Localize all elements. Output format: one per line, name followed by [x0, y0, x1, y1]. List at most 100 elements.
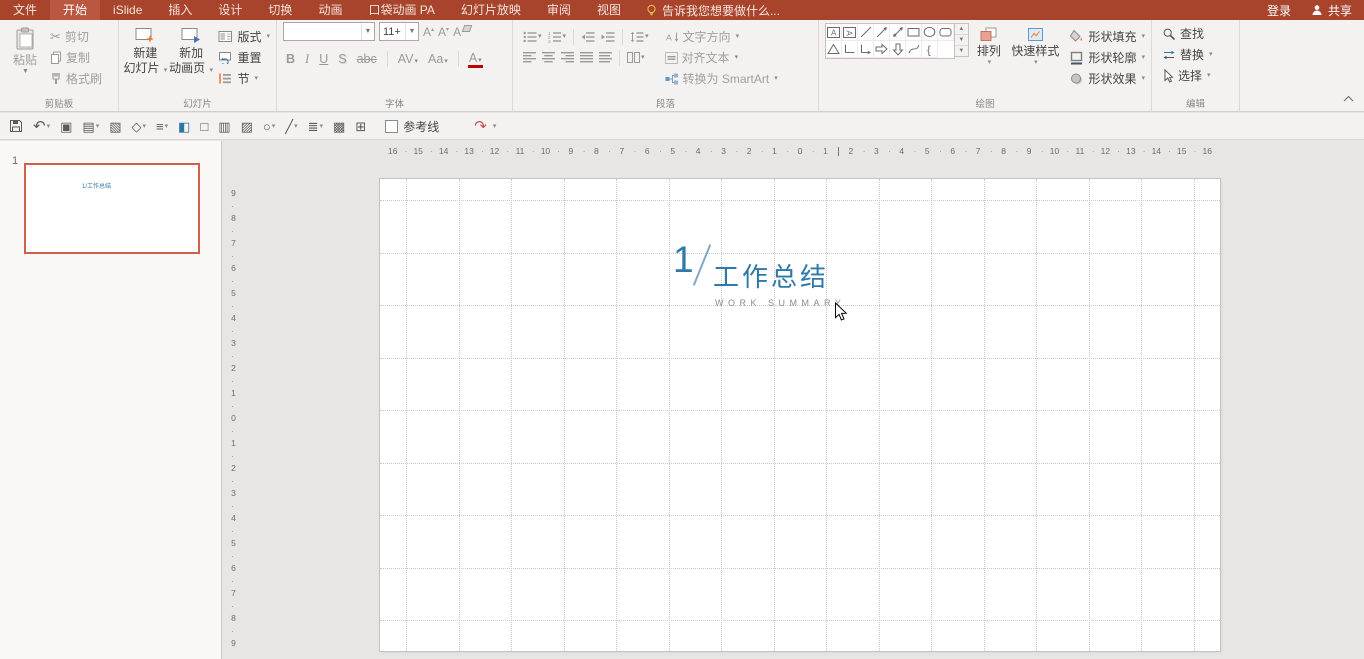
text-shadow-button[interactable]: S — [335, 51, 349, 67]
curve-icon[interactable] — [906, 41, 922, 58]
slide-thumbnail[interactable]: 1/工作总结 — [24, 163, 200, 254]
ribbon-tab-10[interactable]: 视图 — [584, 0, 634, 20]
font-color-button[interactable]: A▾ — [466, 50, 485, 68]
selection-box-button[interactable]: □ — [195, 115, 213, 137]
ribbon-tab-4[interactable]: 设计 — [205, 0, 255, 20]
change-case-button[interactable]: Aa▾ — [425, 51, 451, 67]
reset-button[interactable]: 重置 — [214, 47, 274, 68]
decrease-font-button[interactable]: A▾ — [438, 25, 449, 39]
ribbon-tab-9[interactable]: 审阅 — [534, 0, 584, 20]
new-slide-button[interactable]: 新建 幻灯片 ▾ — [123, 23, 168, 89]
justify-button[interactable] — [578, 51, 595, 64]
strikethrough-button[interactable]: abc — [354, 51, 380, 67]
ribbon-tab-1[interactable]: 开始 — [50, 0, 100, 20]
crop-button[interactable]: ▧ — [104, 115, 126, 137]
bullets-button[interactable]: ▾ — [521, 30, 544, 44]
slide-subtitle-text[interactable]: WORK SUMMARY — [715, 298, 845, 308]
line-style-button[interactable]: ≣▾ — [303, 115, 328, 137]
bold-button[interactable]: B — [283, 51, 298, 67]
oval-icon[interactable] — [922, 24, 938, 41]
qat-more-caret-icon[interactable]: ▾ — [493, 123, 497, 130]
ribbon-tab-2[interactable]: iSlide — [100, 0, 155, 20]
collapse-ribbon-button[interactable] — [1343, 89, 1354, 107]
window-button[interactable]: ▤▾ — [77, 115, 104, 137]
circle-tool-button[interactable]: ○▾ — [258, 115, 280, 137]
format-brush-button[interactable]: ▨ — [236, 115, 258, 137]
font-size-select[interactable]: 11+▼ — [379, 22, 419, 41]
text-box-icon[interactable]: A — [826, 24, 842, 41]
paste-button[interactable]: 粘贴 ▼ — [4, 23, 46, 89]
columns-button[interactable]: ▾ — [625, 51, 647, 64]
drawing-dialog-launcher[interactable] — [1139, 99, 1149, 109]
align-right-button[interactable] — [559, 51, 576, 64]
quick-styles-button[interactable]: 快速样式 ▾ — [1009, 23, 1061, 89]
slide-title-number[interactable]: 1 — [673, 241, 694, 278]
table-grid-button[interactable]: ⊞ — [350, 115, 371, 137]
slide-canvas[interactable]: 1 工作总结 WORK SUMMARY — [380, 179, 1220, 651]
rectangle-icon[interactable] — [906, 24, 922, 41]
new-anim-page-button[interactable]: 新加 动画页 ▾ — [168, 23, 215, 89]
shape-effects-button[interactable]: 形状效果▾ — [1065, 68, 1149, 89]
left-brace-icon[interactable]: { — [922, 41, 938, 58]
double-arrow-icon[interactable] — [890, 24, 906, 41]
ribbon-tab-6[interactable]: 动画 — [305, 0, 355, 20]
gallery-scroll-down-button[interactable]: ▼ — [955, 35, 968, 46]
pen-tool-button[interactable]: ╱▾ — [280, 115, 302, 137]
elbow-arrow-icon[interactable] — [858, 41, 874, 58]
underline-button[interactable]: U — [316, 51, 331, 67]
save-button[interactable] — [4, 115, 28, 137]
section-button[interactable]: 节▾ — [214, 68, 274, 89]
tell-me-box[interactable]: 告诉我您想要做什么... — [634, 0, 792, 20]
decrease-indent-button[interactable] — [579, 30, 597, 44]
hatch-fill-button[interactable]: ▩ — [328, 115, 350, 137]
undo-button[interactable]: ↶▾ — [28, 115, 55, 137]
align-objects-button[interactable]: ≡▾ — [151, 115, 173, 137]
convert-smartart-button[interactable]: 转换为 SmartArt▾ — [661, 68, 782, 89]
triangle-icon[interactable] — [826, 41, 842, 58]
paragraph-dialog-launcher[interactable] — [806, 99, 816, 109]
format-painter-button[interactable]: 格式刷 — [46, 68, 106, 89]
rounded-rectangle-icon[interactable] — [938, 24, 954, 41]
sign-in-button[interactable]: 登录 — [1267, 2, 1291, 19]
align-center-button[interactable] — [540, 51, 557, 64]
arrow-icon[interactable] — [874, 24, 890, 41]
italic-button[interactable]: I — [302, 51, 312, 68]
clear-formatting-button[interactable]: A — [453, 25, 471, 39]
gallery-scroll-up-button[interactable]: ▲ — [955, 24, 968, 35]
text-frame-button[interactable]: ▥ — [213, 115, 235, 137]
character-spacing-button[interactable]: AV▾ — [395, 51, 421, 67]
font-name-select[interactable]: ▼ — [283, 22, 375, 41]
select-button[interactable]: 选择▾ — [1158, 65, 1239, 86]
ribbon-tab-8[interactable]: 幻灯片放映 — [448, 0, 534, 20]
numbering-button[interactable]: 123▾ — [546, 30, 569, 44]
shape-outline-button[interactable]: 形状轮廓▾ — [1065, 47, 1149, 68]
ribbon-tab-5[interactable]: 切换 — [255, 0, 305, 20]
ribbon-tab-7[interactable]: 口袋动画 PA — [355, 0, 447, 20]
vertical-text-box-icon[interactable]: A — [842, 24, 858, 41]
cut-button[interactable]: ✂剪切 — [46, 26, 106, 47]
repeat-button[interactable]: ↷ — [469, 115, 492, 137]
down-arrow-icon[interactable] — [890, 41, 906, 58]
slide-title-text[interactable]: 工作总结 — [713, 263, 829, 293]
picture-frame-button[interactable]: ▣ — [55, 115, 77, 137]
increase-indent-button[interactable] — [599, 30, 617, 44]
font-dialog-launcher[interactable] — [500, 99, 510, 109]
increase-font-button[interactable]: A▴ — [423, 25, 434, 39]
align-left-button[interactable] — [521, 51, 538, 64]
line-spacing-button[interactable]: ▾ — [628, 30, 651, 44]
layout-button[interactable]: 版式▾ — [214, 26, 274, 47]
ribbon-tab-3[interactable]: 插入 — [155, 0, 205, 20]
distribute-button[interactable] — [597, 51, 614, 64]
align-text-button[interactable]: 对齐文本▾ — [661, 47, 782, 68]
clipboard-dialog-launcher[interactable] — [106, 99, 116, 109]
right-arrow-icon[interactable] — [874, 41, 890, 58]
share-button[interactable]: 共享 — [1311, 2, 1352, 19]
line-icon[interactable] — [858, 24, 874, 41]
elbow-connector-icon[interactable] — [842, 41, 858, 58]
guides-checkbox[interactable]: 参考线 — [385, 118, 439, 135]
text-direction-button[interactable]: A文字方向▾ — [661, 26, 782, 47]
fill-color-button[interactable]: ◧ — [173, 115, 195, 137]
shapes-button[interactable]: ◇▾ — [127, 115, 152, 137]
shape-fill-button[interactable]: 形状填充▾ — [1065, 26, 1149, 47]
ribbon-tab-0[interactable]: 文件 — [0, 0, 50, 20]
